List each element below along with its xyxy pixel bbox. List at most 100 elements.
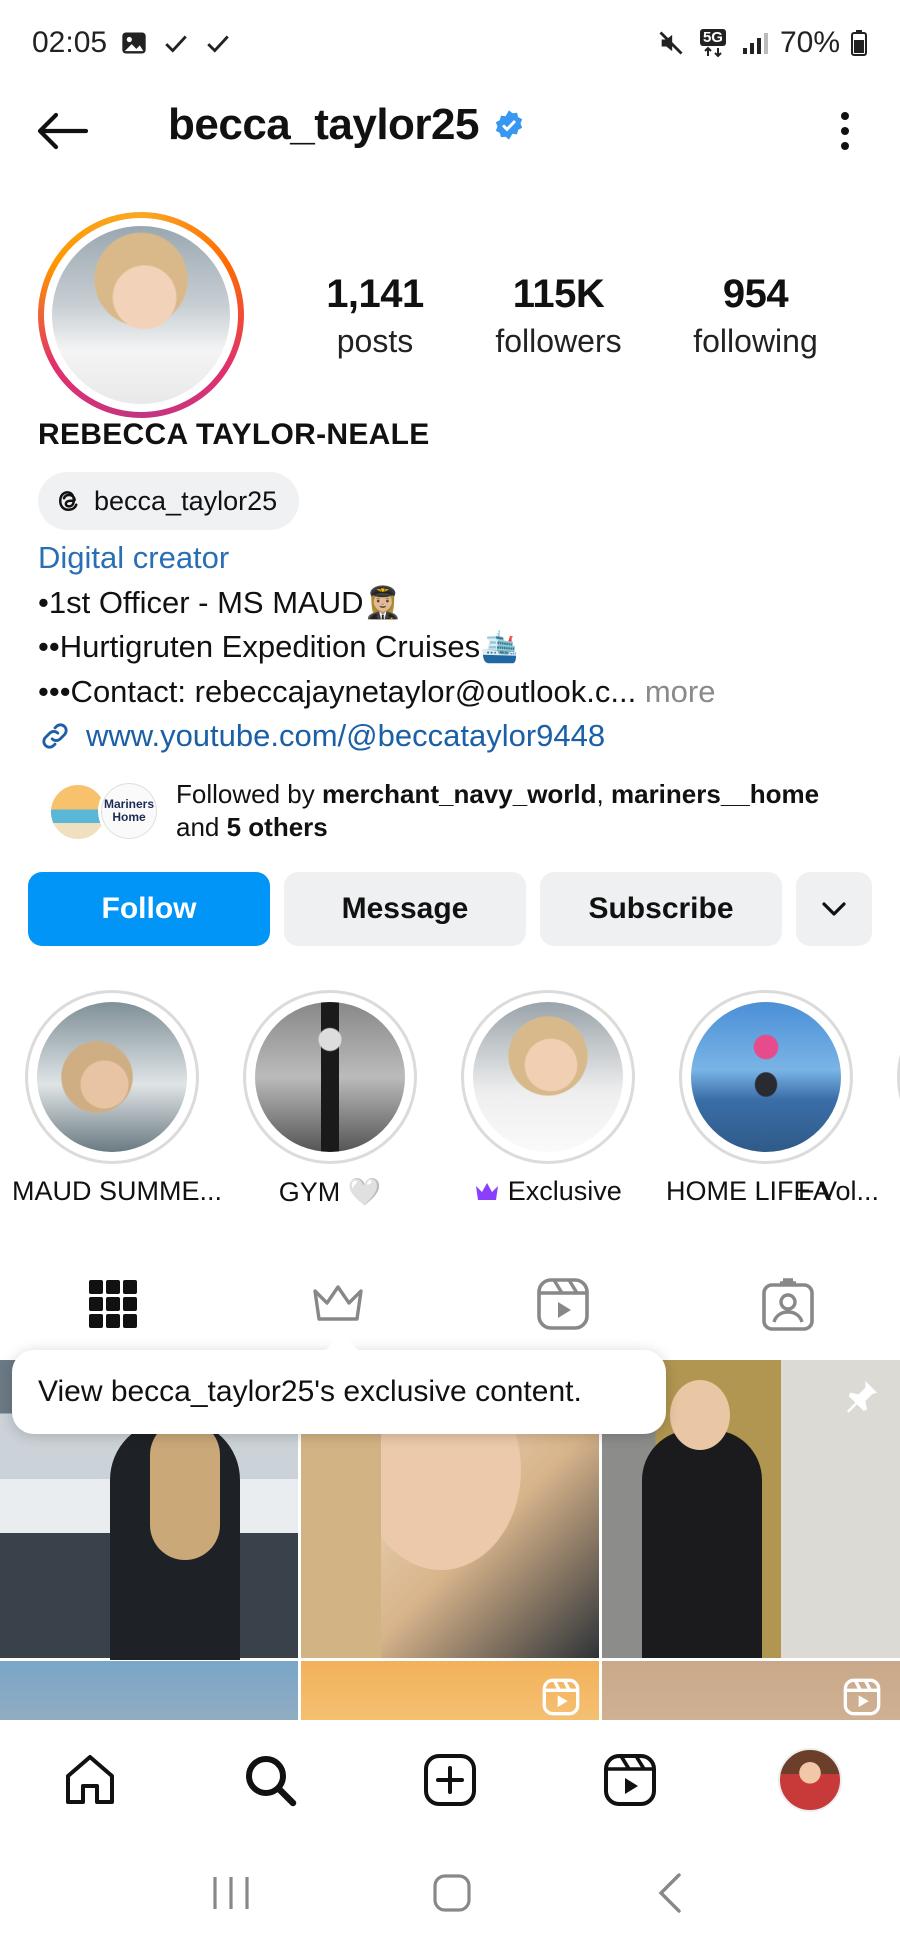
nav-profile[interactable] <box>720 1748 900 1812</box>
tooltip-text: View becca_taylor25's exclusive content. <box>38 1375 582 1408</box>
highlight-label: FA <box>798 1176 832 1206</box>
followed-by-prefix: Followed by <box>176 779 322 809</box>
profile-username: becca_taylor25 <box>168 100 480 149</box>
follow-button[interactable]: Follow <box>28 872 270 946</box>
bio-category: Digital creator <box>38 540 230 575</box>
search-icon <box>246 1756 297 1807</box>
home-button[interactable] <box>430 1871 474 1920</box>
back-button-system[interactable] <box>651 1871 691 1920</box>
highlight-cover <box>255 1002 405 1152</box>
create-icon <box>424 1754 476 1806</box>
recents-icon <box>213 1876 249 1909</box>
profile-bio: Digital creator •1st Officer - MS MAUD👩🏼… <box>38 536 878 759</box>
stat-following-value: 954 <box>722 272 789 316</box>
bottom-navigation <box>0 1720 900 1840</box>
crown-icon <box>476 1183 499 1200</box>
highlight-item[interactable]: HOME LIFE Vol... <box>666 990 879 1207</box>
reels-icon <box>536 1278 589 1330</box>
highlight-ring <box>25 990 199 1164</box>
post-hair <box>150 1420 220 1560</box>
profile-content-tabs <box>0 1264 900 1344</box>
stat-followers-label: followers <box>495 323 622 359</box>
tab-reels[interactable] <box>450 1264 675 1344</box>
signal-icon <box>740 28 770 58</box>
exclusive-content-tooltip[interactable]: View becca_taylor25's exclusive content. <box>12 1334 666 1434</box>
status-left: 02:05 <box>32 26 233 60</box>
threads-handle: becca_taylor25 <box>94 485 278 516</box>
username-row: becca_taylor25 <box>168 100 525 150</box>
highlight-label-text: Exclusive <box>507 1176 622 1206</box>
stat-followers-value: 115K <box>512 272 605 316</box>
message-button[interactable]: Message <box>284 872 526 946</box>
post-thumbnail[interactable] <box>0 1661 298 1720</box>
followed-by-user: mariners__home <box>610 779 820 809</box>
post-figure <box>642 1430 762 1658</box>
5g-icon: 5G <box>696 28 730 58</box>
crown-icon <box>312 1285 363 1321</box>
followed-by-others: 5 others <box>226 812 328 842</box>
highlight-cover <box>691 1002 841 1152</box>
profile-full-name: REBECCA TAYLOR-NEALE <box>38 418 430 451</box>
bio-line: •1st Officer - MS MAUD👩🏼‍✈️ <box>38 584 403 620</box>
highlight-ring <box>461 990 635 1164</box>
nav-reels[interactable] <box>540 1752 720 1808</box>
stat-following[interactable]: 954 following <box>657 272 854 360</box>
battery-icon <box>850 28 868 58</box>
verified-badge-icon <box>495 110 523 140</box>
highlight-cover <box>37 1002 187 1152</box>
nav-search[interactable] <box>180 1752 360 1808</box>
gallery-icon <box>119 28 149 58</box>
check-icon <box>203 28 233 58</box>
tab-posts-grid[interactable] <box>0 1264 225 1344</box>
reels-icon <box>843 1678 881 1716</box>
mutual-avatar-mariners-home: Mariners Home <box>98 780 160 842</box>
status-right: 5G 70% <box>656 26 868 60</box>
reels-icon <box>604 1754 656 1806</box>
post-thumbnail[interactable] <box>301 1661 599 1720</box>
stat-followers[interactable]: 115K followers <box>460 272 657 360</box>
suggested-accounts-button[interactable] <box>796 872 872 946</box>
profile-avatar-story-ring[interactable] <box>38 212 244 418</box>
subscribe-button[interactable]: Subscribe <box>540 872 782 946</box>
mute-icon <box>656 28 686 58</box>
arrow-left-icon <box>37 112 89 150</box>
tab-tagged[interactable] <box>675 1264 900 1344</box>
back-button[interactable] <box>34 106 94 156</box>
stat-following-label: following <box>693 323 818 359</box>
highlight-item[interactable]: FA <box>798 990 900 1207</box>
followed-by-user: merchant_navy_world <box>321 779 597 809</box>
followed-by-sep: , <box>596 779 611 809</box>
highlight-ring <box>243 990 417 1164</box>
bio-line: ••Hurtigruten Expedition Cruises🛳️ <box>38 629 519 664</box>
highlight-item[interactable]: MAUD SUMME... <box>12 990 222 1207</box>
more-options-button[interactable] <box>830 108 860 154</box>
profile-avatar <box>778 1748 842 1812</box>
nav-home[interactable] <box>0 1752 180 1808</box>
threads-badge[interactable]: becca_taylor25 <box>38 472 300 530</box>
mutual-followers[interactable]: Mariners Home Followed by merchant_navy_… <box>48 776 868 846</box>
profile-avatar <box>52 226 230 404</box>
bio-external-link[interactable]: www.youtube.com/@beccataylor9448 <box>38 714 878 759</box>
bio-line: •••Contact: rebeccajaynetaylor@outlook.c… <box>38 673 637 709</box>
tab-exclusive[interactable] <box>225 1264 450 1344</box>
check-icon <box>161 28 191 58</box>
bio-more-link[interactable]: more <box>636 674 716 709</box>
home-icon <box>66 1755 114 1804</box>
highlight-label: Exclusive <box>448 1176 648 1207</box>
stat-posts-label: posts <box>336 323 414 359</box>
profile-actions: Follow Message Subscribe <box>28 872 872 946</box>
nav-create[interactable] <box>360 1752 540 1808</box>
chevron-down-icon <box>822 902 846 916</box>
highlight-label: GYM 🤍 <box>278 1177 382 1207</box>
mutual-avatars: Mariners Home <box>48 778 160 844</box>
post-thumbnail[interactable] <box>602 1661 900 1720</box>
stat-posts[interactable]: 1,141 posts <box>290 272 460 360</box>
bio-line-contact: •••Contact: rebeccajaynetaylor@outlook.c… <box>38 670 878 715</box>
highlight-item[interactable]: Exclusive <box>448 990 648 1207</box>
system-navigation-bar <box>0 1840 900 1950</box>
followed-by-and: and <box>176 812 227 842</box>
recents-button[interactable] <box>209 1873 253 1918</box>
highlight-item[interactable]: GYM 🤍 <box>230 990 430 1208</box>
network-label: 5G <box>699 28 726 46</box>
highlight-cover <box>473 1002 623 1152</box>
